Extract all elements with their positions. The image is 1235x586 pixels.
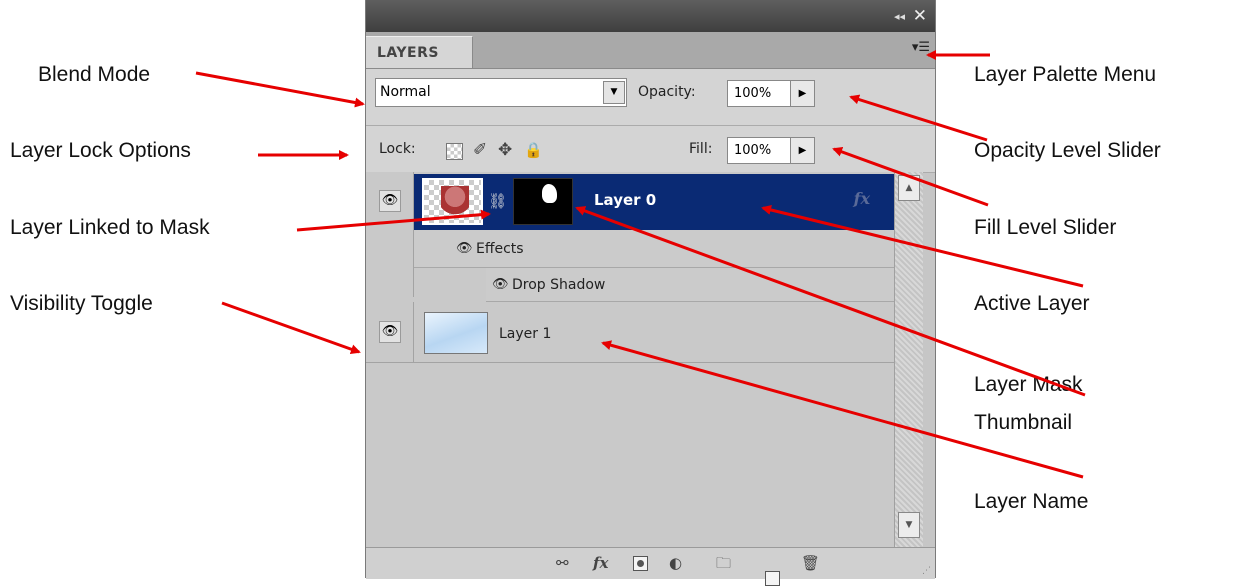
visibility-toggle-layer-0-eye-icon[interactable]: 👁 <box>379 190 401 212</box>
callout-blend-mode: Blend Mode <box>38 63 151 86</box>
callout-layer-palette-menu: Layer Palette Menu <box>974 63 1157 86</box>
callout-fill-level-slider: Fill Level Slider <box>974 216 1117 239</box>
layer-row-active[interactable]: ⛓ Layer 0 fx <box>414 174 894 230</box>
fx-icon[interactable]: fx <box>593 554 608 572</box>
arrow-visibility <box>221 301 361 355</box>
lock-label: Lock: <box>379 141 416 157</box>
brush-lock-icon[interactable]: ✐ <box>473 140 487 160</box>
collapse-icon[interactable]: ◂◂ <box>894 10 905 23</box>
callout-layer-linked-to-mask: Layer Linked to Mask <box>10 216 210 239</box>
adjustment-layer-icon[interactable]: ◐ <box>669 554 682 572</box>
visibility-toggle-layer-1-eye-icon[interactable]: 👁 <box>379 321 401 343</box>
layer-mask-thumbnail[interactable] <box>513 178 573 225</box>
effects-eye-icon[interactable]: 👁 <box>456 241 473 256</box>
callout-layer-mask-line2: Thumbnail <box>974 411 1073 434</box>
drop-shadow-row[interactable]: 👁 Drop Shadow <box>486 268 894 302</box>
resize-grip-icon[interactable]: ⋰ <box>922 566 931 576</box>
callout-layer-lock-options: Layer Lock Options <box>10 139 191 162</box>
panel-bottom-toolbar: ⚯ fx ◐ 🗀 🗑 ⋰ <box>366 547 935 586</box>
lock-fill-row: Lock: ✐ ✥ 🔒 Fill: 100% ▶ <box>366 126 935 173</box>
blend-opacity-row: Normal ▼ Opacity: 100% ▶ <box>366 69 935 126</box>
chevron-down-icon[interactable]: ▼ <box>603 81 625 104</box>
layers-list: 👁 ⛓ Layer 0 fx 👁 Effects 👁 Drop Shadow 👁… <box>366 172 894 547</box>
palette-menu-icon[interactable]: ▾☰ <box>908 40 930 56</box>
tab-row: LAYERS ▾☰ <box>366 32 935 69</box>
panel-titlebar: ◂◂ ✕ <box>366 0 935 32</box>
trash-icon[interactable]: 🗑 <box>801 554 820 572</box>
callout-active-layer: Active Layer <box>974 292 1090 315</box>
drop-shadow-eye-icon[interactable]: 👁 <box>492 277 509 292</box>
visibility-column-layer-1: 👁 <box>366 302 414 362</box>
scroll-down-icon[interactable]: ▼ <box>898 512 920 538</box>
opacity-slider-arrow-icon[interactable]: ▶ <box>791 80 815 107</box>
effects-label: Effects <box>476 241 524 257</box>
layer-divider <box>366 362 894 363</box>
new-group-icon[interactable]: 🗀 <box>716 554 731 572</box>
mask-link-chain-icon[interactable]: ⛓ <box>488 192 507 210</box>
layer-thumbnail <box>422 178 483 225</box>
callout-opacity-level-slider: Opacity Level Slider <box>974 139 1161 162</box>
blend-mode-value: Normal <box>380 84 431 100</box>
transparency-lock-icon[interactable] <box>446 143 463 160</box>
effects-row[interactable]: 👁 Effects <box>414 230 894 268</box>
fill-input[interactable]: 100% <box>727 137 791 164</box>
callout-layer-name: Layer Name <box>974 490 1089 513</box>
callout-layer-mask-line1: Layer Mask <box>974 373 1083 396</box>
add-mask-icon[interactable] <box>633 556 648 571</box>
tab-layers[interactable]: LAYERS <box>366 36 473 68</box>
scroll-up-icon[interactable]: ▲ <box>898 175 920 201</box>
opacity-input[interactable]: 100% <box>727 80 791 107</box>
callout-visibility-toggle: Visibility Toggle <box>10 292 153 315</box>
layers-panel: ◂◂ ✕ LAYERS ▾☰ Normal ▼ Opacity: 100% ▶ … <box>365 0 936 586</box>
layer-name[interactable]: Layer 0 <box>594 191 656 209</box>
fill-label: Fill: <box>689 141 713 157</box>
blend-mode-select[interactable]: Normal ▼ <box>375 78 627 107</box>
fill-slider-arrow-icon[interactable]: ▶ <box>791 137 815 164</box>
arrow-blend-mode <box>195 71 365 108</box>
new-layer-icon[interactable] <box>765 571 780 586</box>
padlock-icon[interactable]: 🔒 <box>524 140 543 160</box>
visibility-column: 👁 <box>366 172 414 297</box>
drop-shadow-label: Drop Shadow <box>512 277 606 293</box>
layer-1-thumbnail <box>424 312 488 354</box>
move-lock-icon[interactable]: ✥ <box>498 140 512 160</box>
link-layers-icon[interactable]: ⚯ <box>556 554 569 572</box>
layers-scrollbar[interactable]: ▲ ▼ <box>894 172 923 547</box>
opacity-label: Opacity: <box>638 84 696 100</box>
fx-badge-icon[interactable]: fx <box>854 189 870 208</box>
layer-1-name[interactable]: Layer 1 <box>499 326 551 342</box>
close-icon[interactable]: ✕ <box>913 6 927 26</box>
